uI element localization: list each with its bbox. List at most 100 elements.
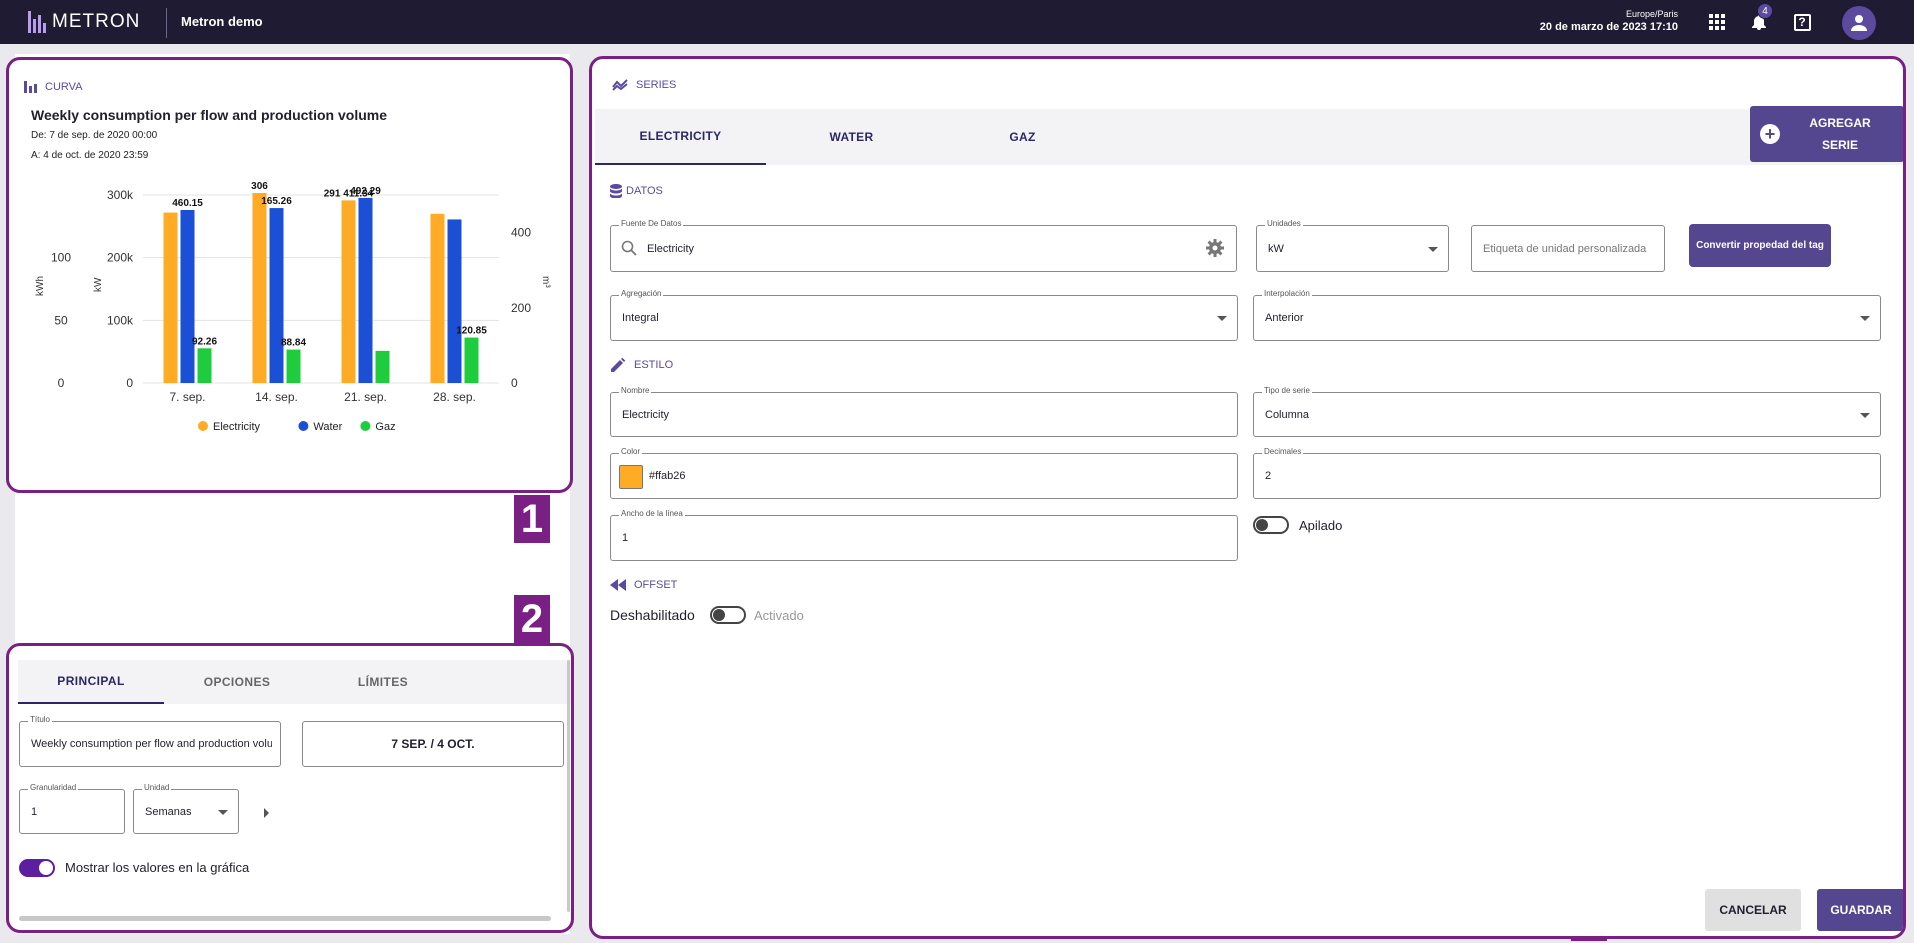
convert-tag-property-button[interactable]: Convertir propedad del tag — [1689, 224, 1831, 267]
line-width-value: 1 — [622, 532, 629, 544]
horizontal-scrollbar[interactable] — [19, 916, 551, 921]
cancel-button[interactable]: CANCELAR — [1705, 889, 1801, 931]
vertical-scrollbar[interactable] — [567, 660, 570, 912]
series-name-input[interactable]: Nombre Electricity — [610, 386, 1238, 437]
left-outer-tick-label: 50 — [54, 313, 68, 327]
current-datetime: 20 de marzo de 2023 17:10 — [1539, 21, 1678, 33]
left-outer-axis-label: kWh — [35, 276, 46, 296]
unit-select[interactable]: Unidad Semanas — [133, 783, 239, 834]
offset-section-header: OFFSET — [610, 579, 677, 591]
chevron-down-icon — [1860, 412, 1870, 418]
add-series-label: AGREGAR SERIE — [1809, 116, 1871, 152]
legend-marker — [198, 421, 208, 431]
bar-water — [447, 219, 462, 383]
right-tick-label: 0 — [511, 376, 518, 390]
series-editor-card: SERIES ELECTRICITY WATER GAZ + AGREGAR S… — [589, 56, 1906, 939]
line-width-input[interactable]: Ancho de la línea 1 — [610, 509, 1238, 561]
right-tick-label: 400 — [511, 226, 531, 240]
bar-gaz — [375, 350, 390, 383]
interpolation-label: Interpolación — [1262, 289, 1312, 298]
offset-toggle[interactable] — [710, 606, 746, 624]
metron-logo[interactable]: METRON — [28, 8, 140, 36]
bar-electricity — [430, 213, 445, 383]
title-field[interactable]: Título Weekly consumption per flow and p… — [19, 715, 281, 767]
left-inner-tick-label: 100k — [107, 313, 134, 327]
chart-from-date: De: 7 de sep. de 2020 00:00 — [31, 130, 158, 141]
tab-opciones[interactable]: OPCIONES — [164, 660, 310, 704]
legend-marker — [298, 421, 309, 431]
x-tick-label: 14. sep. — [255, 390, 298, 404]
user-icon — [1851, 15, 1867, 31]
callout-2: 2 — [514, 595, 550, 643]
units-select[interactable]: Unidades kW — [1256, 219, 1449, 272]
add-series-button[interactable]: + AGREGAR SERIE — [1750, 106, 1903, 162]
tab-electricity[interactable]: ELECTRICITY — [595, 109, 766, 165]
tab-gaz[interactable]: GAZ — [937, 109, 1108, 165]
left-inner-axis-label: kW — [93, 277, 104, 292]
callout-1: 1 — [514, 495, 550, 543]
custom-unit-input[interactable]: Etiqueta de unidad personalizada — [1471, 225, 1665, 272]
series-section-label: SERIES — [636, 79, 677, 91]
custom-unit-placeholder: Etiqueta de unidad personalizada — [1483, 242, 1647, 255]
apps-grid-icon[interactable] — [1705, 10, 1729, 34]
left-inner-tick-label: 200k — [107, 251, 134, 265]
color-swatch[interactable] — [619, 465, 643, 489]
data-source-label: Fuente De Datos — [619, 219, 684, 228]
color-label: Color — [619, 447, 643, 456]
x-tick-label: 28. sep. — [433, 390, 476, 404]
trend-lines-icon — [612, 79, 628, 91]
x-tick-label: 7. sep. — [169, 390, 205, 404]
bar-chart-icon — [24, 81, 37, 93]
header-divider — [166, 8, 167, 38]
play-arrow-icon[interactable] — [264, 808, 269, 818]
database-icon — [610, 184, 622, 198]
series-name-label: Nombre — [619, 386, 652, 395]
show-values-toggle[interactable] — [19, 859, 55, 877]
stacked-toggle[interactable] — [1253, 516, 1289, 534]
bar-electricity — [341, 200, 356, 383]
aggregation-select[interactable]: Agregación Integral — [610, 289, 1238, 341]
bar-water — [269, 208, 284, 383]
title-field-label: Título — [28, 715, 53, 724]
granularity-input[interactable]: Granularidad 1 — [19, 783, 125, 834]
gear-icon[interactable] — [1206, 239, 1224, 257]
offset-section-label: OFFSET — [634, 579, 678, 591]
data-source-input[interactable]: Fuente De Datos Electricity — [610, 219, 1237, 272]
color-input[interactable]: Color #ffab26 — [610, 447, 1238, 499]
legend-label: Water — [313, 421, 342, 433]
style-section-header: ESTILO — [610, 357, 673, 373]
bar-gaz — [286, 349, 301, 383]
date-range-button[interactable]: 7 SEP. / 4 OCT. — [302, 721, 564, 767]
bar-water — [180, 209, 195, 383]
series-type-select[interactable]: Tipo de serie Columna — [1253, 386, 1881, 437]
aggregation-label: Agregación — [619, 289, 664, 298]
stacked-label: Apilado — [1299, 518, 1343, 533]
curve-section-label: CURVA — [45, 80, 83, 93]
tab-water[interactable]: WATER — [766, 109, 937, 165]
data-label: 165.26 — [261, 196, 292, 207]
data-label: 460.15 — [172, 198, 203, 209]
bar-electricity — [163, 212, 178, 383]
line-width-label: Ancho de la línea — [619, 509, 685, 518]
save-button[interactable]: GUARDAR — [1817, 889, 1903, 931]
tab-limites[interactable]: LÍMITES — [310, 660, 456, 704]
series-name-value: Electricity — [622, 408, 670, 421]
bar-gaz — [464, 337, 479, 383]
legend-label: Gaz — [375, 421, 395, 433]
chevron-down-icon — [1428, 246, 1438, 252]
series-type-value: Columna — [1265, 408, 1310, 421]
style-section-label: ESTILO — [634, 359, 674, 371]
interpolation-select[interactable]: Interpolación Anterior — [1253, 289, 1881, 341]
decimals-input[interactable]: Decimales 2 — [1253, 447, 1881, 499]
decimals-value: 2 — [1265, 470, 1272, 482]
granularity-value: 1 — [31, 805, 38, 818]
help-icon[interactable]: ? — [1790, 10, 1814, 34]
left-outer-tick-label: 100 — [51, 251, 71, 265]
data-source-value: Electricity — [647, 242, 695, 255]
chevron-down-icon — [1217, 316, 1227, 321]
left-outer-tick-label: 0 — [58, 376, 65, 390]
tab-principal[interactable]: PRINCIPAL — [18, 660, 164, 704]
data-label: 92.26 — [192, 336, 217, 347]
settings-tabs: PRINCIPAL OPCIONES LÍMITES — [18, 660, 571, 704]
user-avatar[interactable] — [1842, 6, 1876, 40]
